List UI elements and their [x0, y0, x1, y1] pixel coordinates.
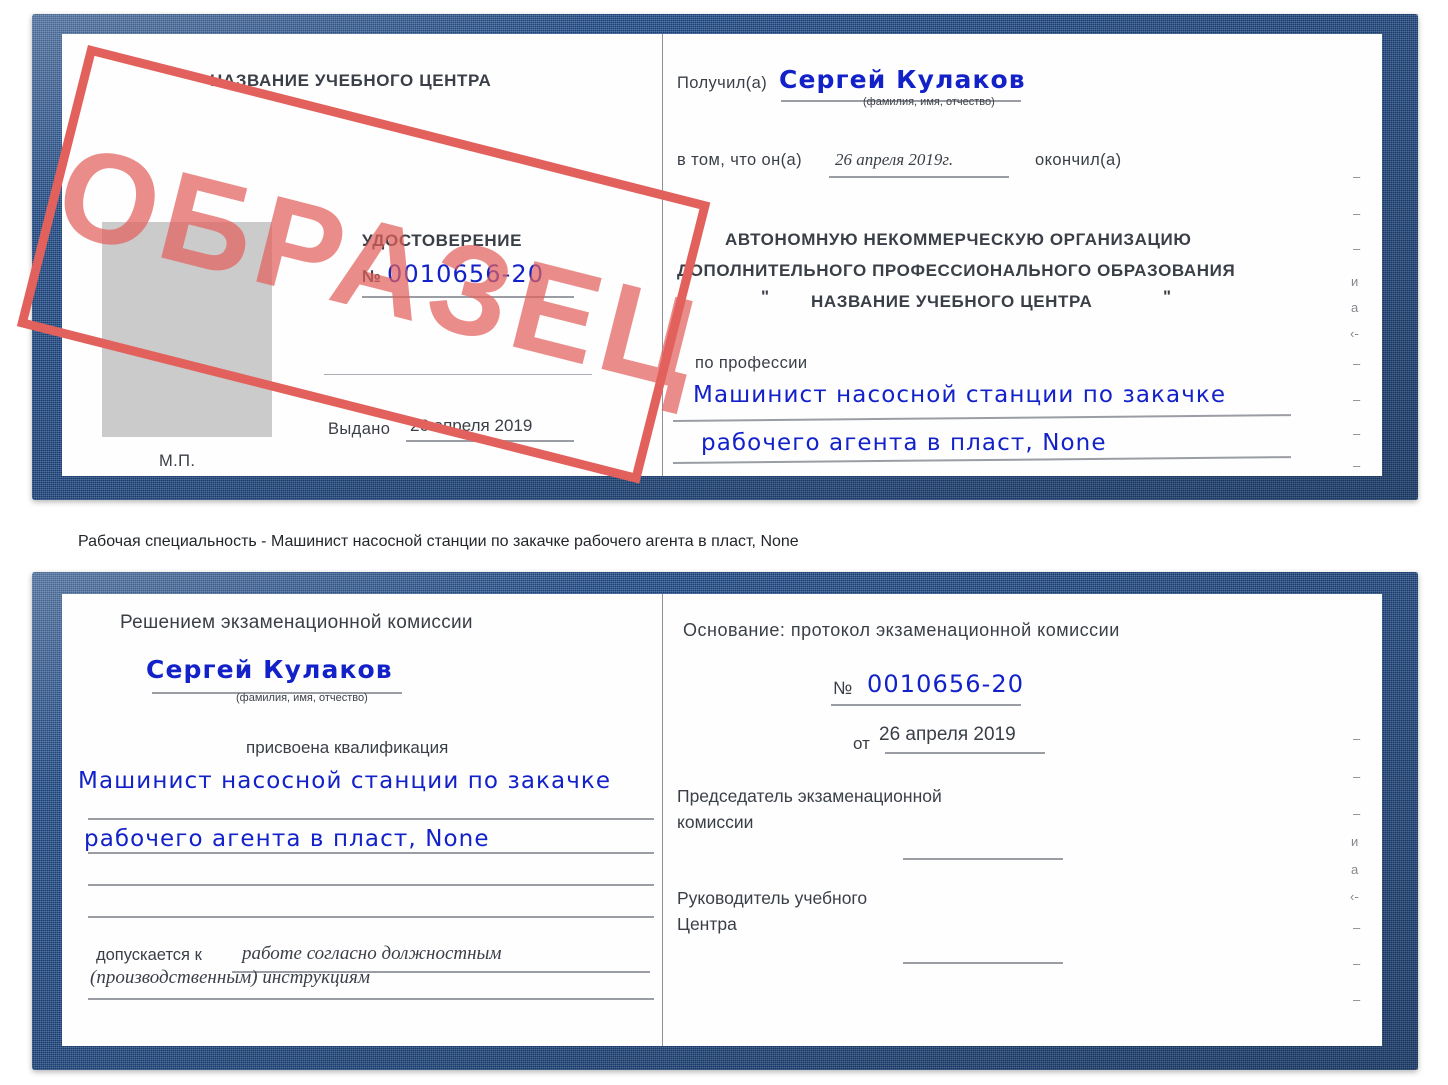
qualification-rule-2: [88, 852, 654, 854]
organization-quote-close: ": [1163, 287, 1172, 306]
scan-artifact-mark: –: [1353, 206, 1361, 221]
issued-label: Выдано: [328, 420, 391, 438]
head-of-center-line-1: Руководитель учебного: [677, 888, 868, 908]
profession-rule-2: [672, 456, 1291, 464]
head-of-center-signature-rule: [903, 962, 1063, 964]
admitted-rule-2: [88, 998, 654, 1000]
qualification-rule-3: [88, 884, 654, 886]
document-kind-label: УДОСТОВЕРЕНИЕ: [362, 231, 523, 250]
organization-line-1: АВТОНОМНУЮ НЕКОММЕРЧЕСКУЮ ОРГАНИЗАЦИЮ: [725, 230, 1192, 249]
head-of-center-line-2: Центра: [677, 914, 737, 934]
qualification-line-1: Машинист насосной станции по закачке: [78, 768, 612, 794]
certificate-bottom-left-page: Решением экзаменационной комиссии Сергей…: [62, 594, 663, 1046]
protocol-number-rule: [831, 704, 1021, 706]
profession-value-line-1: Машинист насосной станции по закачке: [693, 382, 1227, 408]
admitted-line-2: (производственным) инструкциям: [90, 967, 370, 988]
scan-artifact-mark: ‹-: [1350, 326, 1359, 341]
profession-label: по профессии: [695, 354, 808, 372]
certificate-number-rule: [362, 296, 574, 298]
graduate-name-hint: (фамилия, имя, отчество): [236, 692, 368, 704]
certificate-bottom-right-page: Основание: протокол экзаменационной коми…: [663, 594, 1382, 1046]
qualification-rule-1: [88, 818, 654, 820]
blank-rule-1: [324, 374, 592, 376]
scan-artifact-mark: и: [1351, 274, 1359, 289]
caption-text: Рабочая специальность - Машинист насосно…: [78, 533, 799, 550]
chairman-line-2: комиссии: [677, 812, 754, 832]
completion-date-rule: [829, 176, 1009, 178]
certificate-top-right-page: Получил(а) Сергей Кулаков (фамилия, имя,…: [663, 34, 1382, 476]
certificate-number-value: 0010656-20: [387, 260, 545, 288]
certificate-number-symbol: №: [362, 267, 382, 286]
received-name-value: Сергей Кулаков: [779, 65, 1026, 94]
chairman-line-1: Председатель экзаменационной: [677, 786, 942, 806]
issued-date-rule: [406, 440, 574, 442]
scan-artifact-mark: –: [1353, 356, 1361, 371]
qualification-line-2: рабочего агента в пласт, None: [84, 826, 490, 852]
protocol-number-symbol: №: [833, 678, 853, 698]
scan-artifact-mark: а: [1351, 300, 1359, 315]
qualification-rule-4: [88, 916, 654, 918]
scan-artifact-mark: –: [1353, 241, 1361, 256]
scan-artifact-mark: –: [1353, 426, 1361, 441]
scan-artifact-mark: –: [1353, 731, 1361, 746]
protocol-number-value: 0010656-20: [867, 670, 1025, 698]
received-label: Получил(а): [677, 74, 768, 92]
scan-artifact-mark: –: [1353, 992, 1361, 1007]
protocol-date-value: 26 апреля 2019: [879, 724, 1016, 745]
issued-date-value: 26 апреля 2019: [410, 416, 533, 435]
scan-artifact-mark: –: [1353, 920, 1361, 935]
certificate-top-left-page: НАЗВАНИЕ УЧЕБНОГО ЦЕНТРА УДОСТОВЕРЕНИЕ №…: [62, 34, 663, 476]
scan-artifact-mark: –: [1353, 769, 1361, 784]
scan-artifact-mark: и: [1351, 834, 1359, 849]
photo-placeholder: [102, 222, 272, 437]
chairman-signature-rule: [903, 858, 1063, 860]
organization-line-2: ДОПОЛНИТЕЛЬНОГО ПРОФЕССИОНАЛЬНОГО ОБРАЗО…: [677, 261, 1236, 280]
profession-value-line-2: рабочего агента в пласт, None: [701, 430, 1107, 456]
in-that-label: в том, что он(а): [677, 151, 802, 169]
profession-rule-1: [672, 414, 1291, 422]
basis-protocol-label: Основание: протокол экзаменационной коми…: [683, 620, 1120, 640]
finished-label: окончил(а): [1035, 151, 1122, 169]
qualification-label: присвоена квалификация: [246, 738, 449, 757]
certificate-top-spread: НАЗВАНИЕ УЧЕБНОГО ЦЕНТРА УДОСТОВЕРЕНИЕ №…: [62, 34, 1382, 476]
scan-artifact-mark: –: [1353, 392, 1361, 407]
scan-artifact-mark: –: [1353, 956, 1361, 971]
certificate-bottom-spread: Решением экзаменационной комиссии Сергей…: [62, 594, 1382, 1046]
protocol-date-label: от: [853, 734, 870, 753]
organization-line-3: НАЗВАНИЕ УЧЕБНОГО ЦЕНТРА: [811, 292, 1093, 311]
admitted-line-1: работе согласно должностным: [242, 943, 502, 964]
training-center-title: НАЗВАНИЕ УЧЕБНОГО ЦЕНТРА: [210, 71, 492, 90]
organization-quote-open: ": [761, 287, 770, 306]
scan-artifact-mark: –: [1353, 458, 1361, 473]
stamp-place-label: М.П.: [159, 452, 196, 470]
scan-artifact-mark: ‹-: [1350, 889, 1359, 904]
admitted-label: допускается к: [96, 946, 202, 964]
scan-artifact-mark: –: [1353, 806, 1361, 821]
completion-date-value: 26 апреля 2019г.: [835, 150, 954, 169]
protocol-date-rule: [885, 752, 1045, 754]
scan-artifact-mark: –: [1353, 169, 1361, 184]
commission-decision-heading: Решением экзаменационной комиссии: [120, 612, 473, 633]
received-name-hint: (фамилия, имя, отчество): [863, 96, 995, 108]
scan-artifact-mark: а: [1351, 862, 1359, 877]
graduate-name-value: Сергей Кулаков: [146, 655, 393, 684]
